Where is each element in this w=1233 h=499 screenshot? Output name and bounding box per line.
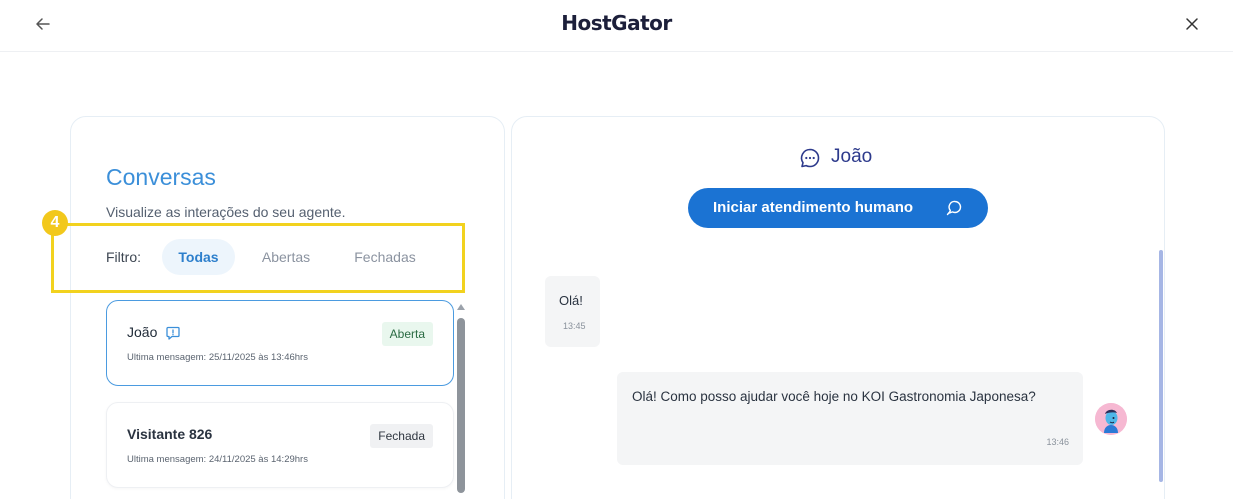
filter-fechadas-button[interactable]: Fechadas xyxy=(342,239,428,275)
status-badge: Aberta xyxy=(381,322,433,346)
message-time: 13:45 xyxy=(563,321,586,331)
incoming-message: Olá! 13:45 xyxy=(545,276,600,347)
message-text: Olá! xyxy=(559,293,583,308)
scroll-up-arrow-icon[interactable] xyxy=(457,304,465,310)
conversations-title: Conversas xyxy=(106,164,216,190)
last-message-time: Ultima mensagem: 24/11/2025 às 14:29hrs xyxy=(127,454,308,465)
close-icon[interactable] xyxy=(1182,14,1202,34)
last-message-time: Ultima mensagem: 25/11/2025 às 13:46hrs xyxy=(127,352,308,363)
start-human-support-button[interactable]: Iniciar atendimento humano xyxy=(688,188,988,228)
agent-message: Olá! Como posso ajudar você hoje no KOI … xyxy=(617,372,1083,465)
support-chat-icon xyxy=(945,199,963,217)
status-badge: Fechada xyxy=(370,424,433,448)
filter-abertas-button[interactable]: Abertas xyxy=(250,239,322,275)
message-time: 13:46 xyxy=(1046,437,1069,447)
conversation-list-scrollbar[interactable] xyxy=(457,318,465,493)
filter-label: Filtro: xyxy=(106,249,141,265)
message-text: Olá! Como posso ajudar você hoje no KOI … xyxy=(632,389,1036,404)
conversation-card-visitante[interactable]: Visitante 826 Fechada Ultima mensagem: 2… xyxy=(106,402,454,488)
chat-contact-name: João xyxy=(831,146,873,167)
chat-bubble-icon xyxy=(799,147,821,169)
conversation-name: Visitante 826 xyxy=(127,426,213,442)
top-bar: HostGator xyxy=(0,0,1233,52)
step-number-badge: 4 xyxy=(42,210,68,236)
conversation-card-joao[interactable]: João Aberta Ultima mensagem: 25/11/2025 … xyxy=(106,300,454,386)
hostgator-logo: HostGator xyxy=(561,11,672,35)
chat-alert-icon xyxy=(165,325,181,341)
conversations-subtitle: Visualize as interações do seu agente. xyxy=(106,204,346,220)
chat-scrollbar[interactable] xyxy=(1159,250,1163,482)
conversation-name: João xyxy=(127,324,158,340)
filter-todas-button[interactable]: Todas xyxy=(162,239,235,275)
agent-avatar xyxy=(1095,403,1127,435)
